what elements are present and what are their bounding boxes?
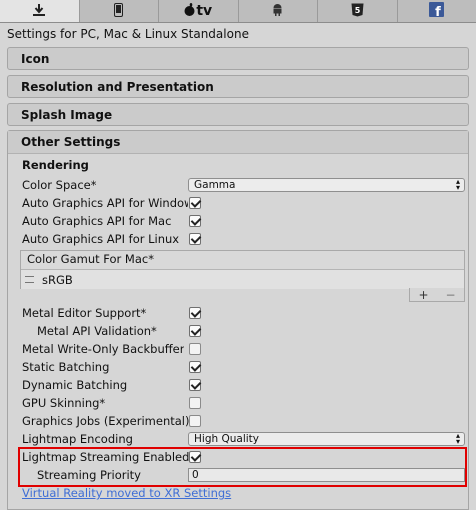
tab-tvos[interactable]: tv bbox=[159, 0, 239, 22]
tab-ios[interactable] bbox=[80, 0, 159, 22]
static-batching-label: Static Batching bbox=[22, 360, 110, 374]
dropdown-arrows-icon: ▴ ▾ bbox=[455, 431, 460, 446]
streaming-priority-field[interactable]: 0 bbox=[188, 468, 465, 482]
metal-write-only-label: Metal Write-Only Backbuffer bbox=[22, 342, 185, 356]
tab-standalone[interactable] bbox=[0, 0, 80, 22]
gpu-skinning-checkbox[interactable] bbox=[189, 397, 201, 409]
metal-editor-checkbox[interactable] bbox=[189, 307, 201, 319]
lightmap-streaming-checkbox[interactable] bbox=[189, 451, 201, 463]
api-linux-label: Auto Graphics API for Linux bbox=[22, 232, 180, 246]
section-resolution[interactable]: Resolution and Presentation bbox=[7, 75, 469, 98]
lightmap-streaming-label: Lightmap Streaming Enabled bbox=[22, 450, 190, 464]
gpu-skinning-label: GPU Skinning* bbox=[22, 396, 106, 410]
metal-api-validation-checkbox[interactable] bbox=[189, 325, 201, 337]
color-gamut-list: Color Gamut For Mac* sRGB bbox=[20, 250, 465, 289]
graphics-jobs-label: Graphics Jobs (Experimental)* bbox=[22, 414, 196, 428]
apple-icon bbox=[184, 3, 195, 19]
metal-editor-label: Metal Editor Support* bbox=[22, 306, 147, 320]
settings-title: Settings for PC, Mac & Linux Standalone bbox=[7, 27, 249, 41]
metal-write-only-checkbox[interactable] bbox=[189, 343, 201, 355]
streaming-priority-label: Streaming Priority bbox=[37, 468, 141, 482]
graphics-jobs-checkbox[interactable] bbox=[189, 415, 201, 427]
lightmap-encoding-label: Lightmap Encoding bbox=[22, 432, 133, 446]
tvos-label: tv bbox=[196, 3, 213, 19]
section-icon[interactable]: Icon bbox=[7, 47, 469, 70]
player-settings-panel: Settings for PC, Mac & Linux Standalone … bbox=[0, 23, 476, 510]
tab-facebook[interactable]: f bbox=[398, 0, 476, 22]
color-space-label: Color Space* bbox=[22, 178, 97, 192]
section-splash[interactable]: Splash Image bbox=[7, 103, 469, 126]
drag-handle-icon[interactable] bbox=[25, 276, 34, 283]
api-mac-label: Auto Graphics API for Mac bbox=[22, 214, 172, 228]
tab-webgl[interactable]: 5 bbox=[318, 0, 398, 22]
color-gamut-header: Color Gamut For Mac* bbox=[21, 251, 464, 270]
color-space-value: Gamma bbox=[194, 179, 236, 191]
api-windows-checkbox[interactable] bbox=[189, 197, 201, 209]
rendering-heading: Rendering bbox=[22, 158, 89, 172]
dynamic-batching-checkbox[interactable] bbox=[189, 379, 201, 391]
platform-tabs: tv 5 f bbox=[0, 0, 476, 23]
vr-xr-settings-link[interactable]: Virtual Reality moved to XR Settings bbox=[22, 486, 231, 500]
color-space-dropdown[interactable]: Gamma ▴ ▾ bbox=[188, 178, 465, 192]
phone-icon bbox=[114, 2, 124, 20]
remove-icon[interactable]: − bbox=[445, 288, 455, 302]
android-icon bbox=[272, 3, 283, 19]
color-gamut-footer: + − bbox=[409, 288, 465, 302]
svg-text:5: 5 bbox=[354, 6, 360, 15]
add-icon[interactable]: + bbox=[418, 288, 428, 302]
color-gamut-item: sRGB bbox=[42, 272, 73, 287]
html5-icon: 5 bbox=[351, 3, 364, 20]
api-linux-checkbox[interactable] bbox=[189, 233, 201, 245]
download-icon bbox=[32, 3, 46, 19]
dropdown-arrows-icon: ▴ ▾ bbox=[455, 177, 460, 192]
facebook-icon: f bbox=[429, 2, 445, 20]
dynamic-batching-label: Dynamic Batching bbox=[22, 378, 128, 392]
lightmap-encoding-value: High Quality bbox=[194, 433, 259, 445]
api-mac-checkbox[interactable] bbox=[189, 215, 201, 227]
tab-android[interactable] bbox=[239, 0, 318, 22]
list-item[interactable]: sRGB bbox=[21, 270, 464, 289]
svg-text:f: f bbox=[435, 5, 441, 17]
other-settings-header[interactable]: Other Settings bbox=[8, 131, 468, 154]
static-batching-checkbox[interactable] bbox=[189, 361, 201, 373]
api-windows-label: Auto Graphics API for Windows bbox=[22, 196, 188, 210]
metal-api-validation-label: Metal API Validation* bbox=[37, 324, 157, 338]
lightmap-encoding-dropdown[interactable]: High Quality ▴ ▾ bbox=[188, 432, 465, 446]
